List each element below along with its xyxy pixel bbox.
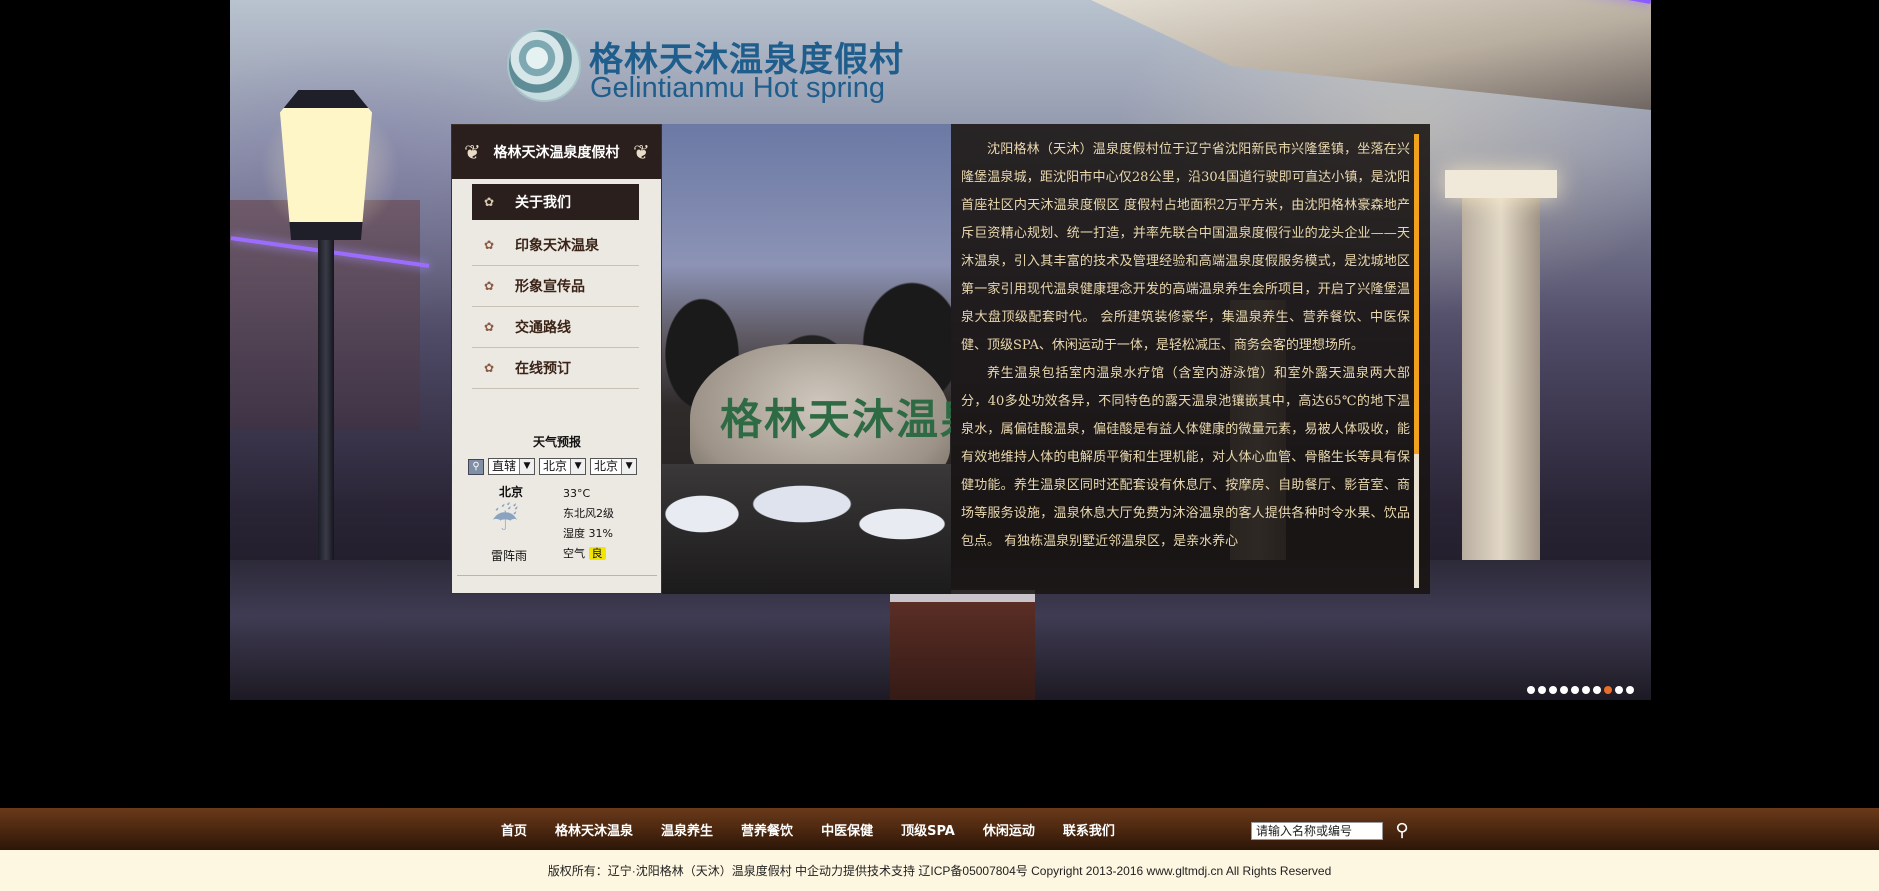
- intro-scrollbar[interactable]: [1414, 134, 1419, 588]
- city-select[interactable]: 北京 ▼: [539, 458, 587, 475]
- sidebar: ❦ 格林天沐温泉度假村 ❦ ✿ 关于我们 ✿ 印象天沐温泉 ✿ 形象宣传品 ✿ …: [451, 124, 662, 594]
- weather-body: 北京 ☔ 雷阵雨 33°C 东北风2级 湿度 31% 空气 良: [457, 481, 657, 576]
- slider-dot[interactable]: [1527, 686, 1535, 694]
- site-search: ⚲: [1251, 820, 1413, 842]
- site-logo[interactable]: 格林天沐温泉度假村 Gelintianmu Hot spring: [507, 28, 903, 108]
- search-input[interactable]: [1251, 822, 1383, 840]
- nav-gelin-tianmu[interactable]: 格林天沐温泉: [541, 820, 647, 839]
- weather-temperature: 33°C: [563, 487, 591, 500]
- content-panel: ❦ 格林天沐温泉度假村 ❦ ✿ 关于我们 ✿ 印象天沐温泉 ✿ 形象宣传品 ✿ …: [451, 124, 1430, 594]
- slider-dot[interactable]: [1626, 686, 1634, 694]
- sidebar-item-booking[interactable]: ✿ 在线预订: [472, 348, 639, 389]
- select-value: 直辖: [492, 459, 517, 473]
- bullet-icon: ✿: [483, 195, 495, 209]
- nav-leisure[interactable]: 休闲运动: [969, 820, 1049, 839]
- slider-dot[interactable]: [1571, 686, 1579, 694]
- slider-dots: [1527, 686, 1634, 694]
- street-lamp: [280, 90, 372, 240]
- sidebar-item-label: 印象天沐温泉: [515, 238, 599, 254]
- district-select[interactable]: 北京 ▼: [590, 458, 638, 475]
- weather-air: 空气 良: [563, 544, 614, 564]
- nav-wellness[interactable]: 温泉养生: [647, 820, 727, 839]
- weather-widget: 天气预报 ⚲ 直辖 ▼ 北京 ▼ 北京 ▼ 北京 ☔ 雷阵雨 33°C 东北风2…: [457, 433, 657, 576]
- intro-text[interactable]: 沈阳格林（天沐）温泉度假村位于辽宁省沈阳新民市兴隆堡镇，坐落在兴隆堡温泉城，距沈…: [961, 136, 1410, 582]
- logo-emblem-icon: [507, 28, 581, 102]
- slider-dot[interactable]: [1615, 686, 1623, 694]
- nav-spa[interactable]: 顶级SPA: [887, 820, 969, 839]
- weather-humidity: 湿度 31%: [563, 527, 613, 540]
- intro-paragraph: 沈阳格林（天沐）温泉度假村位于辽宁省沈阳新民市兴隆堡镇，坐落在兴隆堡温泉城，距沈…: [961, 142, 1410, 353]
- main-nav: 首页 格林天沐温泉 温泉养生 营养餐饮 中医保健 顶级SPA 休闲运动 联系我们: [487, 808, 1129, 850]
- copyright-text: 版权所有：辽宁·沈阳格林（天沐）温泉度假村 中企动力提供技术支持 辽ICP备05…: [547, 864, 1332, 878]
- pavilion-pillar: [1462, 190, 1540, 590]
- scrollbar-thumb[interactable]: [1414, 134, 1419, 454]
- search-icon[interactable]: ⚲: [468, 458, 484, 475]
- sidebar-item-label: 在线预订: [515, 361, 571, 377]
- nav-home[interactable]: 首页: [487, 820, 541, 839]
- intro-panel: 沈阳格林（天沐）温泉度假村位于辽宁省沈阳新民市兴隆堡镇，坐落在兴隆堡温泉城，距沈…: [951, 124, 1430, 594]
- nav-dining[interactable]: 营养餐饮: [727, 820, 807, 839]
- select-value: 北京: [594, 459, 619, 473]
- weather-city: 北京: [499, 485, 524, 499]
- ornament-icon: ❦: [464, 140, 481, 164]
- footer-nav-bar: 首页 格林天沐温泉 温泉养生 营养餐饮 中医保健 顶级SPA 休闲运动 联系我们…: [0, 808, 1879, 850]
- bullet-icon: ✿: [483, 279, 495, 293]
- ornament-icon: ❦: [633, 140, 650, 164]
- thunder-rain-icon: ☔: [491, 503, 519, 538]
- chevron-down-icon: ▼: [519, 459, 535, 474]
- bullet-icon: ✿: [483, 238, 495, 252]
- copyright-footer: 版权所有：辽宁·沈阳格林（天沐）温泉度假村 中企动力提供技术支持 辽ICP备05…: [0, 850, 1879, 891]
- weather-description: 雷阵雨: [491, 549, 528, 563]
- intro-paragraph: 养生温泉包括室内温泉水疗馆（含室内游泳馆）和室外露天温泉两大部分，40多处功效各…: [961, 366, 1410, 549]
- air-quality-badge: 良: [588, 547, 606, 560]
- sidebar-item-impression[interactable]: ✿ 印象天沐温泉: [472, 225, 639, 266]
- sidebar-title-text: 格林天沐温泉度假村: [493, 145, 620, 161]
- resort-photo: 格林天沐温泉: [662, 124, 951, 594]
- sidebar-item-promo[interactable]: ✿ 形象宣传品: [472, 266, 639, 307]
- province-select[interactable]: 直辖 ▼: [488, 458, 536, 475]
- photo-snow: [662, 464, 951, 594]
- chevron-down-icon: ▼: [621, 459, 637, 474]
- pavilion-roof: [1091, 0, 1651, 110]
- sidebar-item-about[interactable]: ✿ 关于我们: [472, 184, 639, 220]
- slider-dot[interactable]: [1549, 686, 1557, 694]
- stone-inscription: 格林天沐温泉: [720, 395, 951, 444]
- pillar-light: [1445, 170, 1557, 198]
- sidebar-item-traffic[interactable]: ✿ 交通路线: [472, 307, 639, 348]
- slider-dot[interactable]: [1560, 686, 1568, 694]
- logo-name-en: Gelintianmu Hot spring: [590, 72, 885, 104]
- weather-wind: 东北风2级: [563, 507, 614, 520]
- slider-dot[interactable]: [1593, 686, 1601, 694]
- slider-dot-active[interactable]: [1604, 686, 1612, 694]
- slider-dot[interactable]: [1582, 686, 1590, 694]
- sidebar-item-label: 交通路线: [515, 320, 571, 336]
- search-icon[interactable]: ⚲: [1391, 820, 1413, 842]
- sidebar-title: ❦ 格林天沐温泉度假村 ❦: [452, 125, 661, 179]
- weather-title: 天气预报: [532, 435, 581, 449]
- bullet-icon: ✿: [483, 361, 495, 375]
- sidebar-item-label: 关于我们: [515, 195, 571, 211]
- chevron-down-icon: ▼: [570, 459, 586, 474]
- sidebar-item-label: 形象宣传品: [515, 279, 585, 295]
- bullet-icon: ✿: [483, 320, 495, 334]
- weather-details: 33°C 东北风2级 湿度 31% 空气 良: [563, 484, 614, 564]
- nav-contact[interactable]: 联系我们: [1049, 820, 1129, 839]
- nav-tcm[interactable]: 中医保健: [807, 820, 887, 839]
- weather-controls: ⚲ 直辖 ▼ 北京 ▼ 北京 ▼: [457, 458, 657, 475]
- pedestal: [890, 590, 1035, 700]
- select-value: 北京: [543, 459, 568, 473]
- slider-dot[interactable]: [1538, 686, 1546, 694]
- air-label: 空气: [563, 547, 585, 560]
- sidebar-menu: ✿ 关于我们 ✿ 印象天沐温泉 ✿ 形象宣传品 ✿ 交通路线 ✿ 在线预订: [452, 179, 661, 389]
